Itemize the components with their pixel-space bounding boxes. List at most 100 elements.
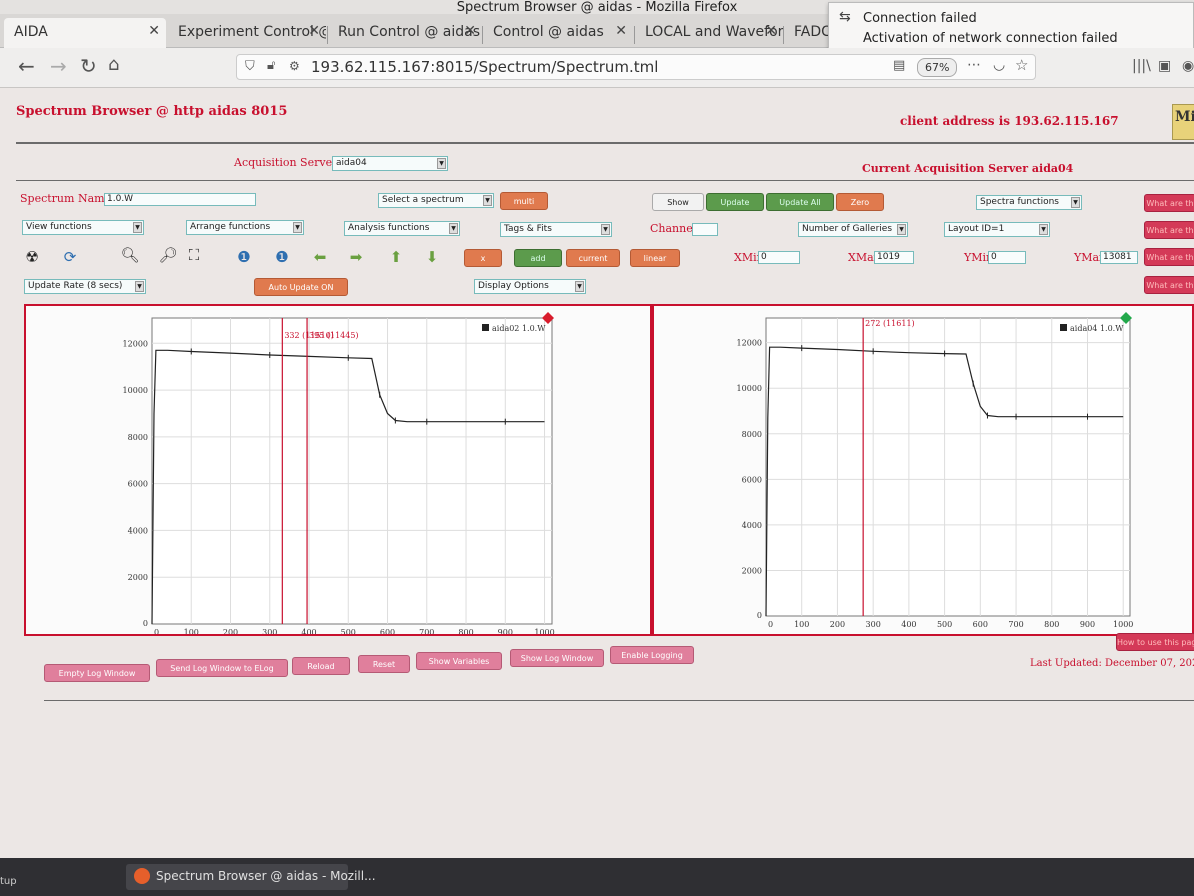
auto-update-button[interactable]: Auto Update ON [254,278,348,296]
chevron-down-icon: ▼ [601,224,610,235]
add-button[interactable]: add [514,249,562,267]
multi-button[interactable]: multi [500,192,548,210]
arrow-up-icon[interactable]: ⬆ [386,248,406,266]
close-icon[interactable]: ✕ [615,23,627,39]
connection-failed-notification[interactable]: ⇆ Connection failed Activation of networ… [828,2,1194,54]
url-text[interactable]: 193.62.115.167:8015/Spectrum/Spectrum.tm… [311,58,658,76]
tab-run-control[interactable]: Run Control @ aidas ✕ [328,18,482,48]
reload-icon[interactable]: ↻ [80,54,97,78]
close-icon[interactable]: ✕ [148,23,160,39]
show-button[interactable]: Show [652,193,704,211]
more-actions-icon[interactable]: ⋯ [967,57,981,73]
channel-input[interactable] [692,223,718,236]
y-tick-label: 4000 [128,526,148,535]
forward-arrow-icon[interactable]: → [50,54,67,78]
close-icon[interactable]: ✕ [464,23,476,39]
reset-button[interactable]: Reset [358,655,410,673]
arrow-down-icon[interactable]: ⬇ [422,248,442,266]
linear-button[interactable]: linear [630,249,680,267]
url-bar[interactable]: ⛉ 🔓︎ ⚙ 193.62.115.167:8015/Spectrum/Spec… [236,54,1036,80]
account-icon[interactable]: ◉ [1182,58,1194,74]
close-icon[interactable]: ✕ [308,23,320,39]
library-icon[interactable]: |||\ [1132,58,1151,74]
client-address: client address is 193.62.115.167 [900,114,1119,128]
tab-fadc[interactable]: FADC A [784,18,830,48]
how-to-use-button[interactable]: How to use this pag [1116,633,1194,651]
y-tick-label: 4000 [742,521,762,530]
empty-log-button[interactable]: Empty Log Window [44,664,150,682]
taskbar-firefox-item[interactable]: Spectrum Browser @ aidas - Mozill... [126,864,376,890]
ymax-input[interactable]: 13081 [1100,251,1138,264]
refresh-icon[interactable]: ⟳ [60,248,80,266]
taskbar: tup Spectrum Browser @ aidas - Mozill... [0,858,1194,896]
what-are-these-button[interactable]: What are th [1144,221,1194,239]
x-button[interactable]: x [464,249,502,267]
number-of-galleries-dropdown[interactable]: Number of Galleries ▼ [798,222,908,237]
analysis-functions-dropdown[interactable]: Analysis functions ▼ [344,221,460,236]
bookmark-star-icon[interactable]: ☆ [1015,56,1028,74]
tab-control[interactable]: Control @ aidas ✕ [483,18,633,48]
back-arrow-icon[interactable]: ← [18,54,35,78]
arrow-left-icon[interactable]: ⬅ [310,248,330,266]
what-are-these-button[interactable]: What are th [1144,194,1194,212]
plot-area [151,317,553,625]
update-rate-dropdown[interactable]: Update Rate (8 secs) ▼ [24,279,146,294]
shield-icon[interactable]: ⛉ [245,59,255,74]
what-are-these-button[interactable]: What are th [1144,248,1194,266]
tab-aida[interactable]: AIDA ✕ [4,18,166,48]
view-functions-dropdown[interactable]: View functions ▼ [22,220,144,235]
send-log-button[interactable]: Send Log Window to ELog [156,659,288,677]
arrow-right-icon[interactable]: ➡ [346,248,366,266]
acquisition-server-select[interactable]: aida04 ▼ [332,156,448,171]
update-button[interactable]: Update [706,193,764,211]
chevron-down-icon: ▼ [1039,224,1048,235]
home-icon[interactable]: ⌂ [108,54,119,75]
show-variables-button[interactable]: Show Variables [416,652,502,670]
zoom-out-icon[interactable]: 🔎︎ [158,246,178,264]
screen: Spectrum Browser @ aidas - Mozilla Firef… [0,0,1194,896]
spectrum-plot-aida04[interactable]: 100 200 300 400 500 600 700 800 900 1000 2000 4000 6… [652,304,1194,636]
spectrum-name-input[interactable]: 1.0.W [104,193,256,206]
enable-logging-button[interactable]: Enable Logging [610,646,694,664]
spectrum-plot-aida02[interactable]: 100 200 300 400 500 600 700 800 900 1000 2000 4000 6… [24,304,652,636]
select-spectrum-dropdown[interactable]: Select a spectrum ▼ [378,193,494,208]
chevron-down-icon: ▼ [437,158,446,169]
current-button[interactable]: current [566,249,620,267]
select-value: Select a spectrum [382,195,464,205]
xmin-input[interactable]: 0 [758,251,800,264]
x-tick-label: 600 [973,620,988,629]
reader-view-icon[interactable]: ▤ [893,58,905,73]
display-options-dropdown[interactable]: Display Options ▼ [474,279,586,294]
insecure-lock-icon[interactable]: 🔓︎ [267,58,275,73]
y-tick-label: 12000 [123,339,148,348]
arrange-functions-dropdown[interactable]: Arrange functions ▼ [186,220,304,235]
info-up-icon[interactable]: ❶ [272,248,292,266]
show-log-window-button[interactable]: Show Log Window [510,649,604,667]
tags-fits-dropdown[interactable]: Tags & Fits ▼ [500,222,612,237]
zero-button[interactable]: Zero [836,193,884,211]
zoom-in-icon[interactable]: 🔍︎ [120,246,140,264]
chevron-down-icon: ▼ [135,281,144,292]
radiation-icon[interactable]: ☢ [22,248,42,266]
what-are-these-button[interactable]: What are th [1144,276,1194,294]
plot-svg[interactable]: 100 200 300 400 500 600 700 800 900 1000 2000 4000 6… [654,306,1194,634]
x-tick-label: 900 [1080,620,1095,629]
expand-icon[interactable]: ⛶ [184,246,204,264]
close-icon[interactable]: ✕ [765,23,777,39]
tab-local-waveform[interactable]: LOCAL and Waveform ✕ [635,18,783,48]
select-value: Layout ID=1 [948,224,1005,234]
sidebar-icon[interactable]: ▣ [1158,58,1171,74]
acquisition-servers-label: Acquisition Servers [234,156,343,169]
update-all-button[interactable]: Update All [766,193,834,211]
xmax-input[interactable]: 1019 [874,251,914,264]
spectra-functions-dropdown[interactable]: Spectra functions ▼ [976,195,1082,210]
zoom-level[interactable]: 67% [917,58,958,77]
permissions-icon[interactable]: ⚙ [289,59,300,73]
pocket-icon[interactable]: ◡ [993,57,1005,73]
ymin-input[interactable]: 0 [988,251,1026,264]
layout-id-dropdown[interactable]: Layout ID=1 ▼ [944,222,1050,237]
tab-experiment-control[interactable]: Experiment Control @ ✕ [168,18,326,48]
plot-svg[interactable]: 100 200 300 400 500 600 700 800 900 1000 2000 4000 6… [26,306,650,634]
info-down-icon[interactable]: ❶ [234,248,254,266]
reload-button[interactable]: Reload [292,657,350,675]
